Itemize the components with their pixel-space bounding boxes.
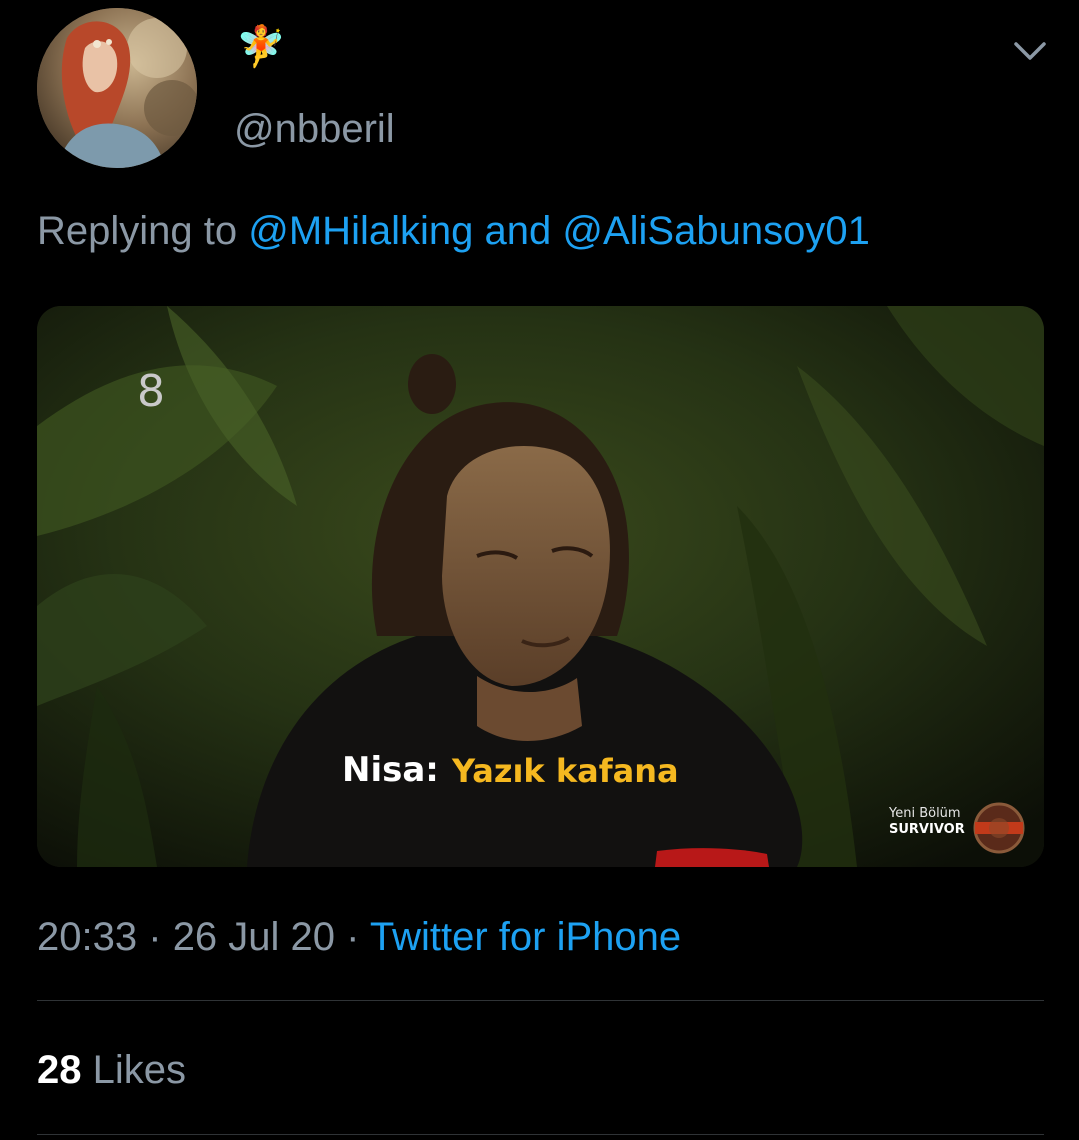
avatar[interactable] — [37, 8, 197, 168]
likes-label: Likes — [92, 1048, 187, 1092]
tweet-meta: 20:33 · 26 Jul 20 · Twitter for iPhone — [37, 911, 681, 963]
promo-line2: SURVIVOR — [889, 822, 965, 837]
meta-separator: · — [346, 915, 360, 959]
mention-link[interactable]: @AliSabunsoy01 — [562, 209, 869, 253]
tweet-media-image[interactable]: 8 Nisa: Yazık kafana Yeni Bölüm SURVIVOR — [37, 306, 1044, 867]
replying-to-label: Replying to — [37, 209, 238, 253]
meta-separator: · — [148, 915, 162, 959]
divider — [37, 1000, 1044, 1001]
channel-number: 8 — [137, 366, 165, 417]
chevron-down-icon[interactable] — [1012, 38, 1048, 66]
avatar-image — [37, 8, 197, 168]
mention-link[interactable]: @MHilalking — [248, 209, 473, 253]
subtitle-speaker: Nisa: — [342, 750, 439, 790]
likes-count: 28 — [37, 1048, 82, 1092]
divider — [37, 1134, 1044, 1135]
display-name[interactable]: 🧚 — [236, 22, 286, 72]
user-handle[interactable]: @nbberil — [234, 104, 395, 154]
survivor-logo — [973, 802, 1025, 854]
tweet-detail: 🧚 @nbberil Replying to @MHilalking and @… — [0, 0, 1079, 1140]
mention-joiner[interactable]: and — [484, 209, 551, 253]
tweet-date[interactable]: 26 Jul 20 — [173, 915, 335, 959]
replying-to: Replying to @MHilalking and @AliSabunsoy… — [37, 205, 870, 257]
subtitle-text: Yazık kafana — [451, 752, 679, 790]
likes-stat[interactable]: 28 Likes — [37, 1044, 186, 1096]
tweet-source-link[interactable]: Twitter for iPhone — [370, 915, 681, 959]
tweet-time[interactable]: 20:33 — [37, 915, 137, 959]
promo-line1: Yeni Bölüm — [888, 806, 961, 821]
